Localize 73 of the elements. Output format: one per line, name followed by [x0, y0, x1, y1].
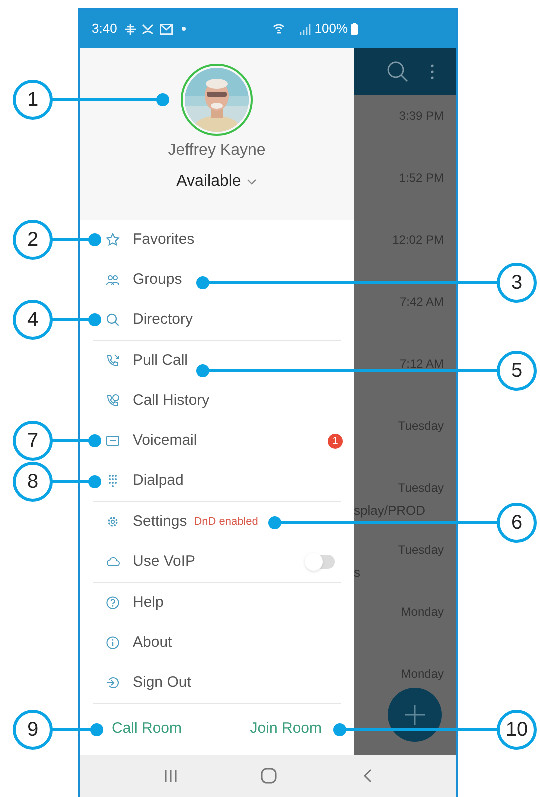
presence-dropdown[interactable]: Available: [176, 171, 258, 193]
menu-label: Settings: [133, 512, 188, 532]
callout-number: 8: [13, 462, 53, 502]
voip-switch[interactable]: [307, 555, 335, 569]
info-icon: [106, 636, 120, 650]
callout-number: 9: [13, 710, 53, 750]
unread-count: 1: [328, 434, 343, 448]
wifi-icon: [272, 23, 285, 35]
leader-line: [52, 434, 102, 448]
menu-item[interactable]: Sign Out: [80, 663, 354, 703]
chevron-down-icon: [247, 179, 258, 185]
callout-number: 5: [497, 351, 537, 391]
mail-icon: [160, 24, 174, 34]
back-icon[interactable]: [363, 769, 372, 783]
grid-icon: [125, 24, 136, 34]
phone-arrow-icon: [106, 354, 120, 368]
callout-number: 3: [497, 263, 537, 303]
add-button[interactable]: [388, 688, 442, 742]
menu-label: Directory: [133, 310, 194, 330]
menu-label: Call History: [133, 390, 210, 411]
callout-number: 1: [13, 80, 53, 120]
menu-label: Sign Out: [133, 672, 192, 693]
menu-toggle-row[interactable]: Use VoIP: [80, 542, 354, 582]
star-icon: [106, 233, 120, 247]
avatar[interactable]: [181, 64, 253, 136]
battery-percent: 100%: [314, 20, 348, 38]
voicemail-icon: [106, 434, 120, 448]
callout-number: 7: [13, 421, 53, 461]
battery-icon: [351, 23, 358, 35]
menu-item[interactable]: Favorites: [80, 220, 354, 260]
missed-call-icon: [142, 24, 154, 34]
menu-label: Favorites: [133, 230, 195, 250]
menu-label: Groups: [133, 270, 182, 290]
leader-line: [52, 724, 104, 736]
search-icon[interactable]: [387, 60, 409, 82]
leader-line: [52, 234, 102, 246]
plus-icon: [405, 705, 425, 725]
menu-item[interactable]: Help: [80, 583, 354, 623]
leader-line: [52, 314, 102, 326]
callout-number: 4: [13, 300, 53, 340]
menu-label: Use VoIP: [133, 552, 196, 572]
menu-item[interactable]: Directory: [80, 300, 354, 340]
callout-number: 6: [497, 503, 537, 543]
phone-clock-icon: [106, 394, 120, 408]
menu-label: Dialpad: [133, 470, 184, 491]
status-time: 3:40: [92, 20, 118, 38]
menu-label: Voicemail: [133, 430, 198, 451]
dialpad-icon: [106, 474, 120, 488]
callout-number: 2: [13, 220, 53, 260]
menu-label: About: [133, 632, 172, 653]
menu-item[interactable]: Voicemail 1: [80, 421, 354, 461]
menu-label: Help: [133, 592, 164, 613]
sign-out-icon: [106, 676, 120, 690]
menu-label: Pull Call: [133, 350, 188, 371]
user-name: Jeffrey Kayne: [168, 141, 266, 161]
settings-icon: [106, 515, 120, 529]
menu-item[interactable]: Dialpad: [80, 461, 354, 501]
home-icon[interactable]: [261, 768, 277, 784]
menu-item[interactable]: About: [80, 623, 354, 663]
signal-icon: [298, 24, 311, 34]
menu-item[interactable]: Groups: [80, 260, 354, 300]
recent-apps-icon[interactable]: [164, 769, 178, 783]
people-icon: [106, 273, 120, 287]
menu-item[interactable]: Pull Call: [80, 341, 354, 381]
search-icon: [106, 313, 120, 327]
menu-item[interactable]: Settings DnD enabled: [80, 502, 354, 542]
status-note: DnD enabled: [194, 514, 258, 530]
menu-item[interactable]: Call History: [80, 381, 354, 421]
cloud-icon: [106, 555, 120, 569]
leader-line: [52, 476, 102, 488]
callout-number: 10: [497, 710, 537, 750]
help-icon: [106, 596, 120, 610]
more-options-icon[interactable]: [431, 64, 434, 80]
